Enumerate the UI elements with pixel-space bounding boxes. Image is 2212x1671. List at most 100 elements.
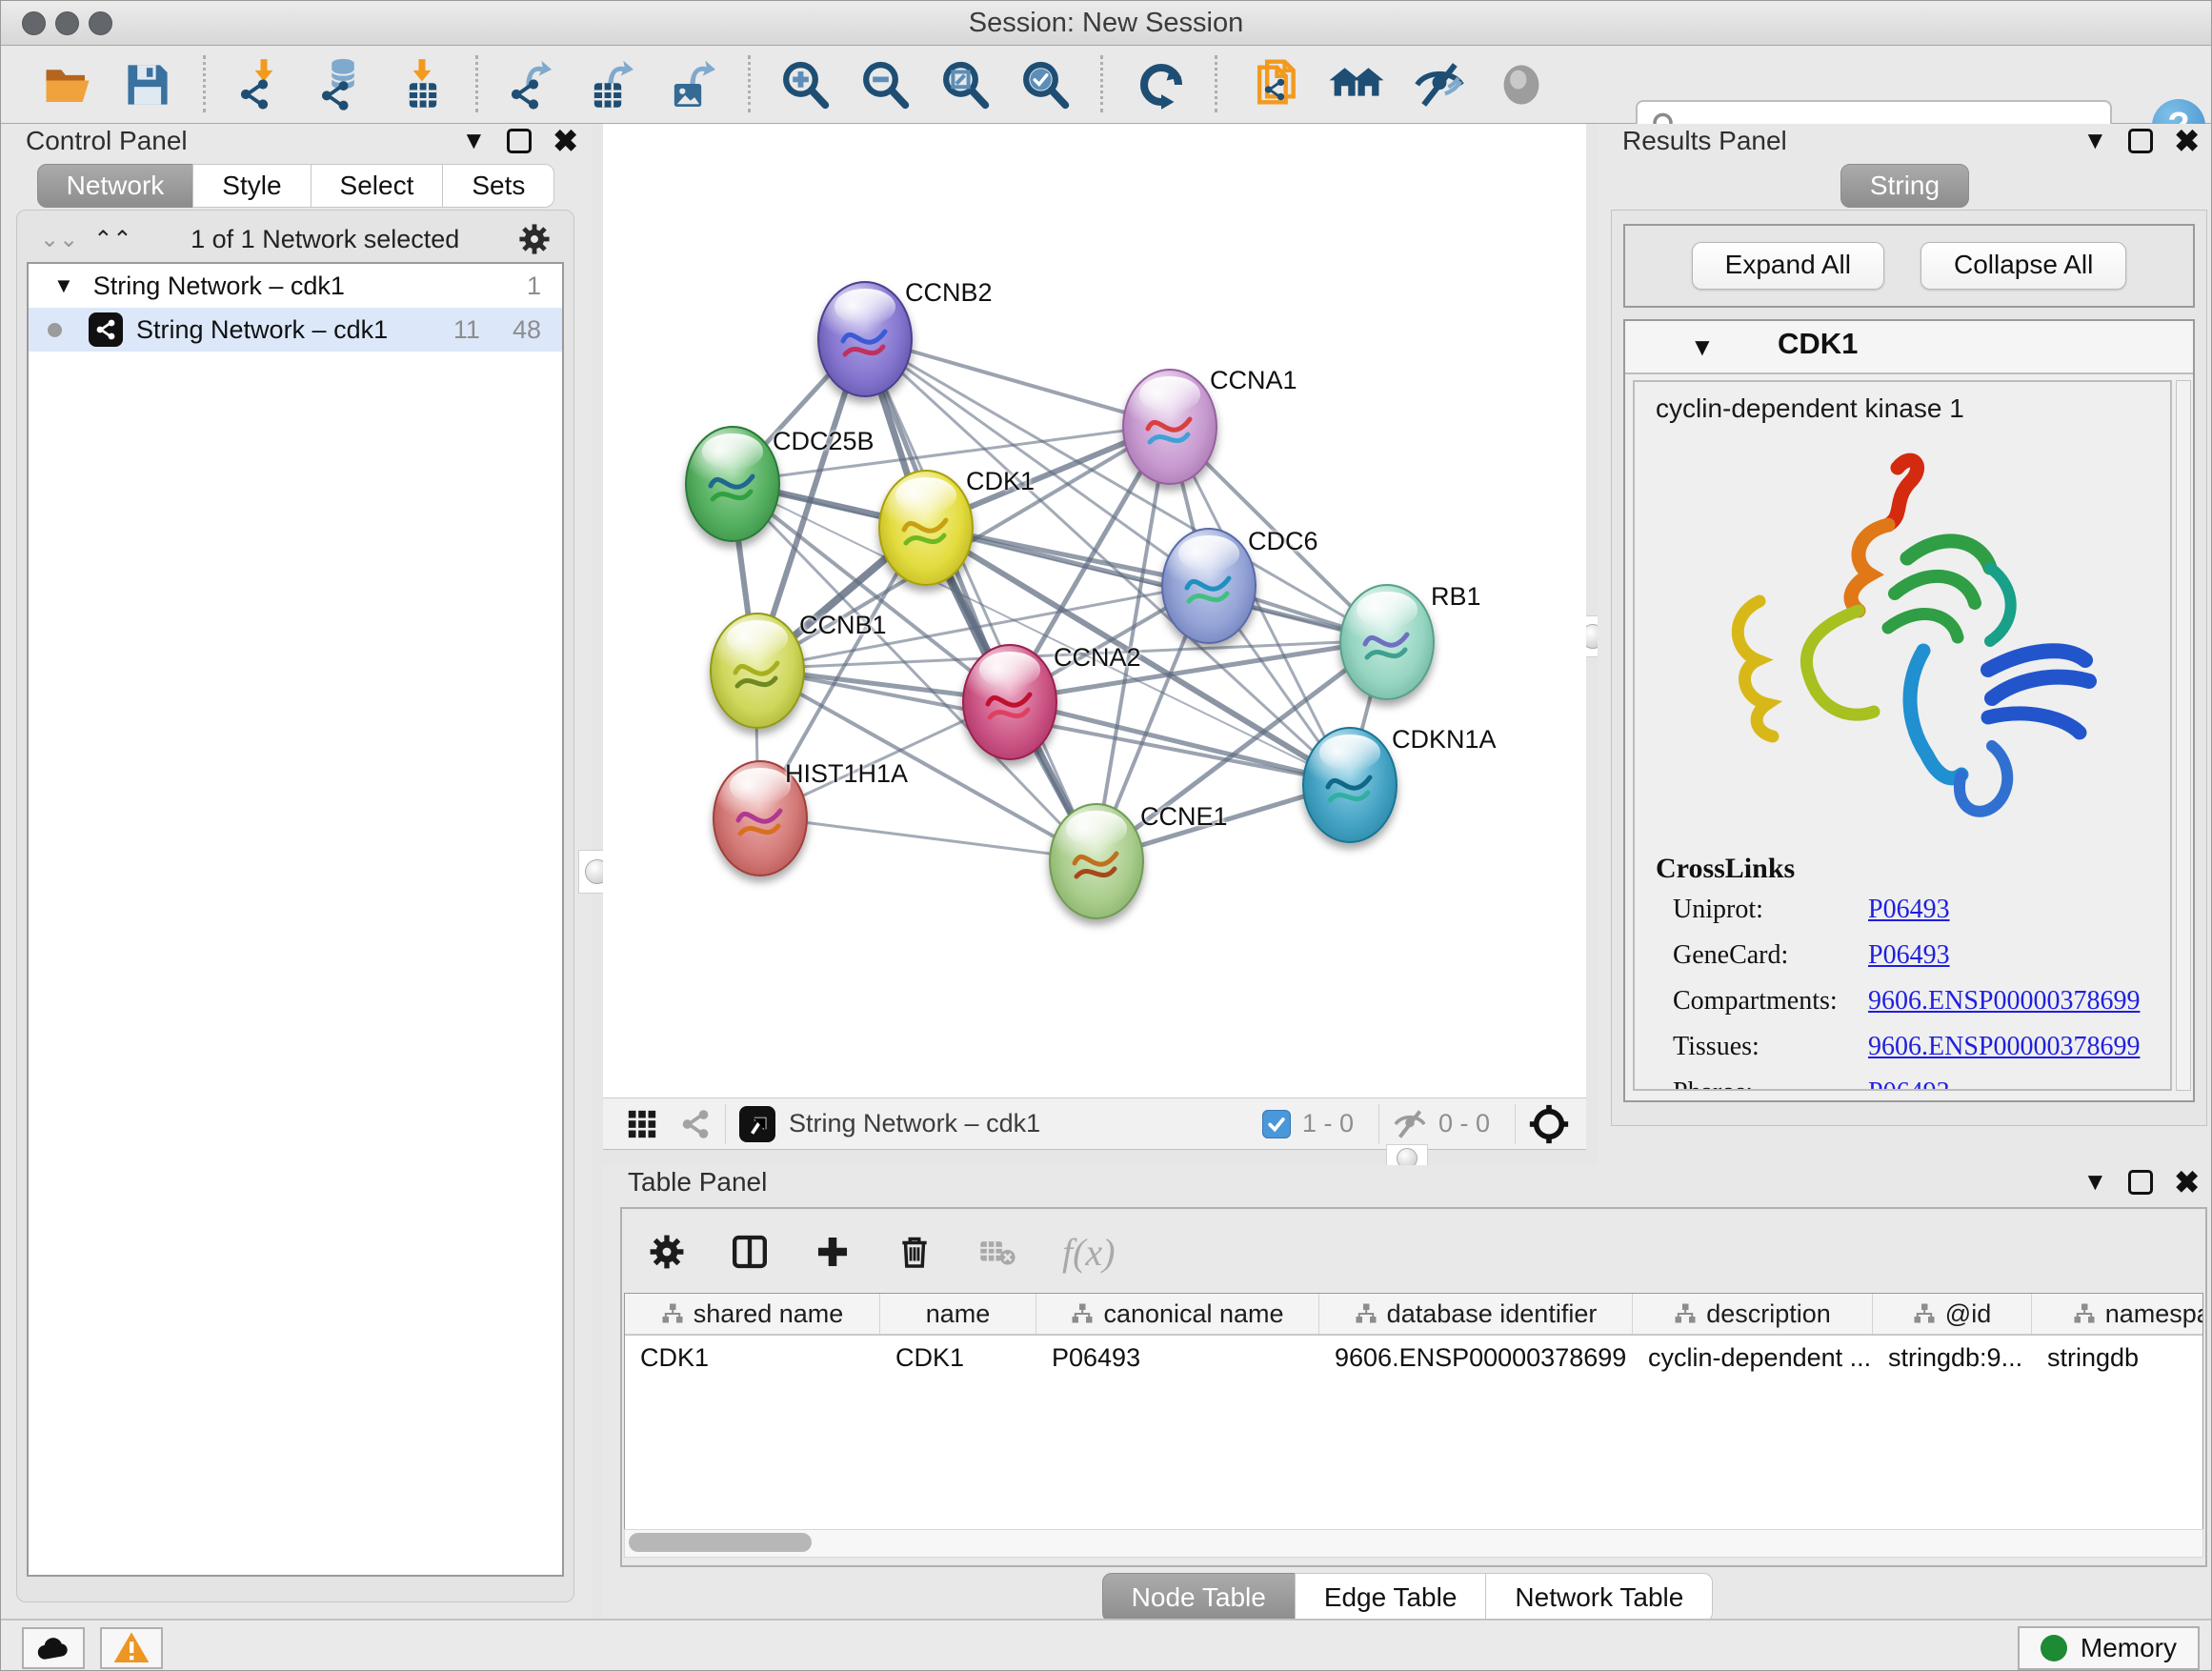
hide-unhide-button[interactable] bbox=[1411, 56, 1468, 113]
export-image-button[interactable] bbox=[664, 56, 721, 113]
crosslink-link[interactable]: 9606.ENSP00000378699 bbox=[1868, 986, 2140, 1017]
panel-close-icon[interactable]: ✖ bbox=[2174, 129, 2200, 153]
left-splitter[interactable] bbox=[592, 124, 603, 1619]
cloud-status-button[interactable] bbox=[22, 1627, 85, 1669]
column-header-namespace[interactable]: namespace bbox=[2032, 1294, 2203, 1334]
crosslink-link[interactable]: P06493 bbox=[1868, 1077, 1950, 1091]
table-cell[interactable]: 9606.ENSP00000378699 bbox=[1319, 1336, 1633, 1379]
network-node-CCNA1[interactable] bbox=[1122, 369, 1217, 485]
network-node-CCNB1[interactable] bbox=[710, 613, 805, 729]
panel-collapse-icon[interactable]: ▼ bbox=[461, 126, 486, 155]
crosslink-row: Compartments:9606.ENSP00000378699 bbox=[1673, 986, 2170, 1017]
clone-network-button[interactable] bbox=[1245, 56, 1302, 113]
save-session-button[interactable] bbox=[119, 56, 176, 113]
column-header-canonical-name[interactable]: canonical name bbox=[1036, 1294, 1319, 1334]
toolbar-separator bbox=[1100, 55, 1103, 112]
open-session-button[interactable] bbox=[39, 56, 96, 113]
home-string-button[interactable] bbox=[1327, 56, 1384, 113]
table-cell[interactable]: stringdb:9... bbox=[1873, 1336, 2032, 1379]
crosslink-link[interactable]: 9606.ENSP00000378699 bbox=[1868, 1032, 2140, 1062]
view-grid-icon[interactable] bbox=[626, 1108, 658, 1140]
panel-close-icon[interactable]: ✖ bbox=[553, 129, 578, 153]
detach-view-button[interactable] bbox=[739, 1106, 775, 1142]
add-column-icon[interactable] bbox=[814, 1234, 851, 1270]
network-collection-row[interactable]: ▼ String Network – cdk1 1 bbox=[29, 264, 562, 308]
export-table-button[interactable] bbox=[584, 56, 641, 113]
import-network-database-button[interactable] bbox=[313, 56, 371, 113]
import-network-file-button[interactable] bbox=[233, 56, 291, 113]
column-header-name[interactable]: name bbox=[880, 1294, 1036, 1334]
tab-select[interactable]: Select bbox=[311, 164, 444, 208]
apply-layout-button[interactable] bbox=[1133, 56, 1190, 113]
network-node-CCNA2[interactable] bbox=[962, 644, 1057, 760]
panel-close-icon[interactable]: ✖ bbox=[2174, 1170, 2200, 1195]
tab-sets[interactable]: Sets bbox=[442, 164, 554, 208]
panel-float-icon[interactable] bbox=[2128, 129, 2153, 153]
show-columns-icon[interactable] bbox=[731, 1233, 769, 1271]
hidden-eye-icon[interactable] bbox=[1393, 1107, 1427, 1141]
table-row[interactable]: CDK1CDK1P064939606.ENSP00000378699cyclin… bbox=[625, 1336, 2202, 1379]
tab-network-table[interactable]: Network Table bbox=[1485, 1573, 1713, 1622]
panel-float-icon[interactable] bbox=[507, 129, 532, 153]
view-share-icon[interactable] bbox=[679, 1108, 712, 1140]
network-row[interactable]: String Network – cdk1 11 48 bbox=[29, 308, 562, 352]
table-cell[interactable]: stringdb bbox=[2032, 1336, 2203, 1379]
column-header-description[interactable]: description bbox=[1633, 1294, 1873, 1334]
zoom-fit-button[interactable] bbox=[936, 56, 994, 113]
expand-all-icon[interactable]: ⌃⌃ bbox=[93, 226, 131, 253]
table-hscrollbar-thumb[interactable] bbox=[629, 1533, 812, 1552]
node-structure-thumbnail bbox=[1065, 835, 1126, 896]
memory-button[interactable]: Memory bbox=[2018, 1626, 2200, 1670]
collapse-all-button[interactable]: Collapse All bbox=[1920, 242, 2126, 290]
show-eye-button[interactable] bbox=[1493, 56, 1550, 113]
table-cell[interactable]: CDK1 bbox=[880, 1336, 1036, 1379]
delete-table-icon[interactable] bbox=[978, 1233, 1016, 1271]
expand-all-button[interactable]: Expand All bbox=[1692, 242, 1884, 290]
column-header-shared-name[interactable]: shared name bbox=[625, 1294, 880, 1334]
tree-expand-icon[interactable]: ▼ bbox=[53, 273, 74, 298]
network-node-CDC6[interactable] bbox=[1161, 528, 1257, 644]
import-table-file-button[interactable] bbox=[393, 56, 451, 113]
network-options-gear-icon[interactable] bbox=[518, 223, 551, 255]
table-cell[interactable]: P06493 bbox=[1036, 1336, 1319, 1379]
column-header-database-identifier[interactable]: database identifier bbox=[1319, 1294, 1633, 1334]
network-node-CDKN1A[interactable] bbox=[1302, 727, 1398, 843]
results-scrollbar[interactable] bbox=[2176, 380, 2191, 1091]
panel-collapse-icon[interactable]: ▼ bbox=[2082, 1167, 2107, 1197]
crosslink-link[interactable]: P06493 bbox=[1868, 940, 1950, 971]
tab-edge-table[interactable]: Edge Table bbox=[1295, 1573, 1487, 1622]
collapse-all-icon[interactable]: ⌄⌄ bbox=[40, 226, 78, 253]
control-panel: Control Panel ▼ ✖ NetworkStyleSelectSets… bbox=[1, 124, 592, 1619]
tab-network[interactable]: Network bbox=[37, 164, 194, 208]
network-node-CDK1[interactable] bbox=[878, 470, 974, 586]
panel-collapse-icon[interactable]: ▼ bbox=[2082, 126, 2107, 155]
zoom-selected-button[interactable] bbox=[1016, 56, 1074, 113]
network-canvas[interactable]: CCNB2CCNA1CDC25BCDK1CDC6RB1CCNB1CCNA2CDK… bbox=[603, 124, 1586, 1097]
table-cell[interactable]: CDK1 bbox=[625, 1336, 880, 1379]
zoom-out-button[interactable] bbox=[856, 56, 914, 113]
right-splitter[interactable] bbox=[1586, 124, 1598, 1165]
export-network-button[interactable] bbox=[504, 56, 561, 113]
column-header-@id[interactable]: @id bbox=[1873, 1294, 2032, 1334]
birdseye-crosshair-icon[interactable] bbox=[1529, 1104, 1569, 1144]
gene-collapse-icon[interactable]: ▼ bbox=[1690, 332, 1715, 362]
warnings-button[interactable] bbox=[100, 1627, 163, 1669]
function-builder-button[interactable]: f(x) bbox=[1062, 1230, 1116, 1275]
delete-column-trash-icon[interactable] bbox=[896, 1234, 933, 1270]
table-hscrollbar[interactable] bbox=[624, 1529, 2203, 1558]
table-cell[interactable]: cyclin-dependent ... bbox=[1633, 1336, 1873, 1379]
tab-string[interactable]: String bbox=[1840, 164, 1969, 208]
table-options-gear-icon[interactable] bbox=[649, 1234, 685, 1270]
network-node-CCNE1[interactable] bbox=[1049, 803, 1144, 919]
crosslink-link[interactable]: P06493 bbox=[1868, 895, 1950, 925]
network-node-RB1[interactable] bbox=[1339, 584, 1435, 700]
panel-float-icon[interactable] bbox=[2128, 1170, 2153, 1195]
selected-nodes-checkbox[interactable] bbox=[1262, 1110, 1291, 1138]
bottom-splitter[interactable] bbox=[603, 1150, 1586, 1165]
tab-style[interactable]: Style bbox=[192, 164, 311, 208]
tab-node-table[interactable]: Node Table bbox=[1102, 1573, 1296, 1622]
network-node-CCNB2[interactable] bbox=[817, 281, 913, 397]
zoom-in-button[interactable] bbox=[776, 56, 834, 113]
gene-panel-header[interactable]: ▼ CDK1 bbox=[1625, 321, 2193, 374]
network-node-CDC25B[interactable] bbox=[685, 426, 780, 542]
